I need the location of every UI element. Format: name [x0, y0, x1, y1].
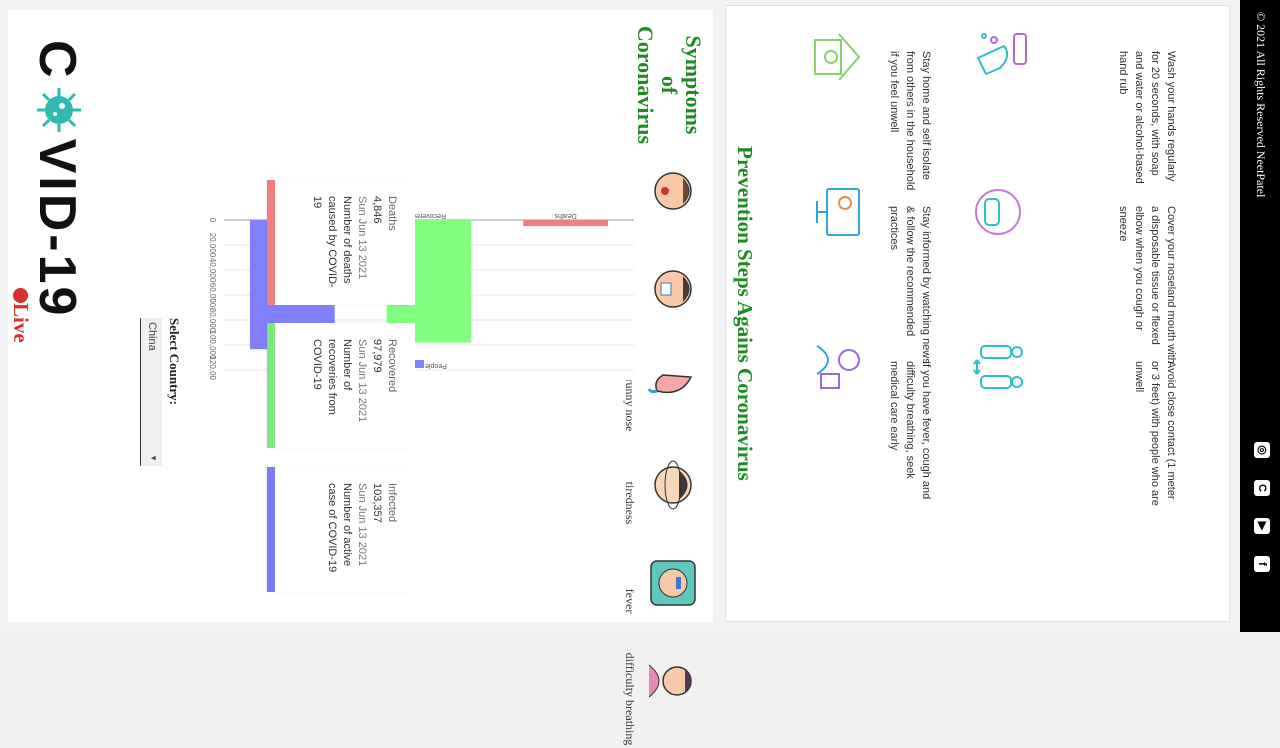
stat-value: 4,846	[371, 196, 383, 224]
country-select-group: Select Country: China ▼	[122, 318, 182, 518]
symptoms-title-line: Symptoms	[681, 35, 706, 135]
cases-chart: 020,00040,00060,00080,000100,000120,000I…	[184, 180, 654, 385]
stat-value: 103,357	[371, 483, 383, 523]
cough-icon	[654, 172, 692, 210]
stat-date: Sun Jun 13 2021	[356, 339, 368, 423]
isolate-home-icon	[814, 33, 861, 81]
symptom-item: difficulty breathing	[8, 650, 713, 748]
symptoms-title-line: of	[657, 75, 682, 95]
stat-value: 97,979	[371, 339, 383, 373]
select-country-label: Select Country:	[167, 318, 182, 406]
fever-icon	[650, 560, 696, 606]
social-links: ◎ C ▶ f	[1254, 442, 1270, 572]
y-tick-label: 0	[208, 218, 217, 223]
country-select[interactable]: China ▼	[140, 318, 162, 466]
legend-label: People	[425, 362, 447, 369]
covid-title-text: C VID-19	[27, 40, 87, 318]
y-tick-label: 120,000	[208, 356, 217, 380]
news-monitor-icon	[816, 188, 860, 236]
category-label: Recovered	[412, 212, 446, 219]
stat-card: Deaths 4,846 Sun Jun 13 2021 Number of deat…	[267, 180, 415, 305]
difficulty-breathing-icon	[648, 664, 692, 698]
bar-deaths	[523, 220, 609, 227]
chevron-down-icon: ▼	[149, 454, 158, 462]
symptom-label: fever	[623, 588, 637, 614]
prevention-step-text: Stay informed by watching news & follow …	[888, 206, 932, 364]
symptoms-title: Symptoms of Coronavirus	[633, 20, 706, 150]
distance-icon	[973, 345, 1023, 389]
cases-bar-chart: 020,00040,00060,00080,000100,000120,000I…	[208, 212, 634, 385]
stat-description: Number of deaths caused by COVID-19	[311, 196, 353, 288]
stat-date: Sun Jun 13 2021	[356, 196, 368, 280]
facebook-icon[interactable]: f	[1254, 556, 1270, 572]
covid-title-c: C	[28, 40, 86, 81]
symptom-label: tiredness	[623, 481, 637, 525]
prevention-title: Prevention Steps Agains Coronavirus	[733, 146, 757, 481]
prevention-step-text: Cover your noseland mouth with a disposa…	[1117, 206, 1177, 364]
prevention-step-text: Wash your hands regularly for 20 seconds…	[1117, 51, 1177, 184]
copyright-text: © 2021 All Rights Reserved NeetPatel	[1254, 12, 1268, 198]
prevention-card: Prevention Steps Agains Coronavirus Wash…	[725, 5, 1230, 622]
runny-nose-icon	[647, 374, 693, 394]
covid-title-rest: VID-19	[28, 138, 86, 319]
stat-label: Recovered	[386, 339, 398, 393]
symptom-label: difficulty breathing	[623, 652, 637, 746]
symptoms-title-line: Coronavirus	[633, 25, 658, 145]
mask-face-icon	[975, 189, 1021, 235]
stat-description: Number of recoveries from COVID-19	[311, 339, 353, 415]
prevention-step-text: Stay home and self isolate from others i…	[888, 51, 932, 191]
stat-label: Deaths	[386, 196, 398, 231]
tiredness-icon	[654, 460, 692, 510]
handwash-icon	[976, 33, 1027, 76]
y-tick-label: 80,000	[208, 308, 217, 333]
y-tick-label: 60,000	[208, 283, 217, 308]
stat-description: Number of active case of COVID-19	[326, 483, 353, 573]
prevention-step: If you have fever, cough and difficulty …	[886, 361, 934, 511]
cold-icon	[654, 270, 692, 308]
y-tick-label: 40,000	[208, 258, 217, 283]
stat-card: Infected 103,357 Sun Jun 13 2021 Number of …	[267, 467, 415, 592]
stat-date: Sun Jun 13 2021	[356, 483, 368, 567]
prevention-step: Avoid close contact (1 meter or 3 feet) …	[1131, 361, 1179, 511]
prevention-step-text: If you have fever, cough and difficulty …	[888, 361, 932, 500]
prevention-step: Stay home and self isolate from others i…	[886, 51, 934, 191]
youtube-icon[interactable]: ▶	[1254, 518, 1270, 534]
category-label: Deaths	[554, 212, 577, 219]
virus-icon	[34, 85, 84, 135]
stat-card: Recovered 97,979 Sun Jun 13 2021 Number of …	[267, 323, 415, 448]
prevention-step: Stay informed by watching news & follow …	[886, 206, 934, 366]
footer: © 2021 All Rights Reserved NeetPatel ◎ C…	[1240, 0, 1280, 632]
prevention-step: Wash your hands regularly for 20 seconds…	[1115, 51, 1179, 191]
stat-label: Infected	[386, 483, 398, 523]
live-dot-icon	[13, 288, 28, 303]
c-icon[interactable]: C	[1254, 480, 1270, 496]
y-tick-label: 20,000	[208, 233, 217, 258]
covid-title: C VID-19 Live	[5, 40, 95, 600]
live-text: Live	[9, 303, 33, 343]
prevention-step-text: Avoid close contact (1 meter or 3 feet) …	[1133, 361, 1177, 506]
instagram-icon[interactable]: ◎	[1254, 442, 1270, 458]
live-badge: Live	[8, 288, 33, 343]
country-select-value: China	[146, 322, 158, 351]
prevention-step: Cover your noseland mouth with a disposa…	[1115, 206, 1179, 366]
doctor-icon	[816, 345, 860, 389]
